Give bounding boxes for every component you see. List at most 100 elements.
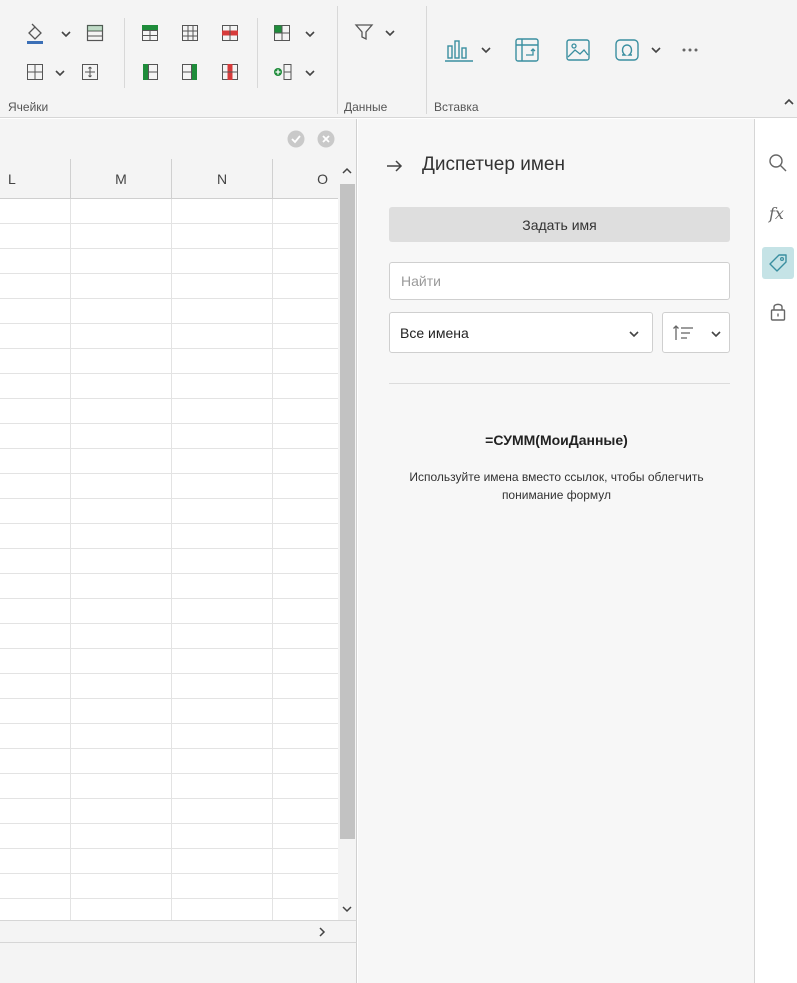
insert-image-button[interactable]: [563, 35, 593, 65]
insert-symbol-dropdown-chevron-icon[interactable]: [651, 46, 661, 54]
grid-row[interactable]: [0, 449, 338, 474]
close-panel-button[interactable]: [386, 159, 406, 175]
svg-text:fx: fx: [768, 204, 784, 223]
filter-button[interactable]: [352, 20, 376, 44]
grid-row[interactable]: [0, 849, 338, 874]
insert-column-right-button[interactable]: [179, 61, 201, 83]
pivot-table-button[interactable]: [512, 35, 542, 65]
insert-column-left-button[interactable]: [139, 61, 161, 83]
grid-row[interactable]: [0, 774, 338, 799]
fill-color-button[interactable]: [22, 20, 48, 46]
grid-row[interactable]: [0, 549, 338, 574]
check-circle-icon: [287, 130, 305, 148]
pivot-table-icon: [515, 38, 539, 62]
column-header-o[interactable]: O: [273, 159, 338, 199]
scroll-down-arrow-icon[interactable]: [342, 905, 352, 913]
grid-row[interactable]: [0, 224, 338, 249]
grid-row[interactable]: [0, 199, 338, 224]
delete-column-icon: [222, 64, 238, 80]
vertical-scrollbar[interactable]: [338, 159, 357, 920]
panel-divider: [389, 383, 730, 384]
grid-row[interactable]: [0, 524, 338, 549]
borders-icon: [27, 64, 43, 80]
scroll-up-arrow-icon[interactable]: [342, 167, 352, 175]
more-options-button[interactable]: [679, 40, 701, 60]
delete-column-button[interactable]: [219, 61, 241, 83]
insert-row-above-button[interactable]: [139, 22, 161, 44]
insert-cells-button[interactable]: [271, 61, 295, 83]
grid-row[interactable]: [0, 299, 338, 324]
omega-symbol-icon: [615, 39, 639, 61]
grid-row[interactable]: [0, 324, 338, 349]
insert-cells-dropdown-chevron-icon[interactable]: [305, 69, 315, 77]
grid-row[interactable]: [0, 749, 338, 774]
merge-cells-icon: [82, 64, 98, 80]
grid-row[interactable]: [0, 699, 338, 724]
grid-row[interactable]: [0, 399, 338, 424]
grid-row[interactable]: [0, 649, 338, 674]
grid-row[interactable]: [0, 674, 338, 699]
horizontal-scrollbar[interactable]: [0, 920, 357, 942]
rail-functions-button[interactable]: fx: [762, 198, 794, 230]
grid-row[interactable]: [0, 274, 338, 299]
insert-symbol-button[interactable]: [612, 35, 642, 65]
column-header-n[interactable]: N: [172, 159, 273, 199]
collapse-ribbon-chevron-up-icon[interactable]: [784, 98, 794, 106]
grid-row[interactable]: [0, 249, 338, 274]
grid-row[interactable]: [0, 349, 338, 374]
rail-names-button[interactable]: [762, 247, 794, 279]
borders-dropdown-chevron-icon[interactable]: [55, 69, 65, 77]
column-header-l[interactable]: L: [0, 159, 71, 199]
merge-cells-button[interactable]: [79, 61, 101, 83]
search-names-input[interactable]: [389, 262, 730, 300]
grid-row[interactable]: [0, 599, 338, 624]
names-filter-select[interactable]: Все имена: [389, 312, 653, 353]
borders-button[interactable]: [24, 61, 46, 83]
close-circle-icon: [317, 130, 335, 148]
define-name-label: Задать имя: [522, 216, 597, 233]
format-cells-button[interactable]: [271, 22, 293, 44]
sort-names-button[interactable]: [662, 312, 730, 353]
table-style-icon: [86, 24, 104, 42]
grid-row[interactable]: [0, 574, 338, 599]
grid-row[interactable]: [0, 724, 338, 749]
panel-title: Диспетчер имен: [422, 154, 565, 175]
grid-row[interactable]: [0, 824, 338, 849]
insert-table-button[interactable]: [179, 22, 201, 44]
format-cells-dropdown-chevron-icon[interactable]: [305, 30, 315, 38]
cell-grid[interactable]: [0, 199, 338, 920]
vertical-scroll-thumb[interactable]: [340, 184, 355, 839]
column-header-m[interactable]: M: [71, 159, 172, 199]
filter-funnel-icon: [354, 24, 374, 41]
column-headers: L M N O: [0, 159, 338, 199]
image-icon: [566, 39, 590, 61]
sort-dropdown-chevron-icon: [711, 331, 721, 338]
insert-chart-dropdown-chevron-icon[interactable]: [481, 46, 491, 54]
fill-color-dropdown-chevron-icon[interactable]: [61, 30, 71, 38]
rail-protection-button[interactable]: [762, 296, 794, 328]
grid-row[interactable]: [0, 474, 338, 499]
cancel-edit-button[interactable]: [317, 130, 335, 148]
filter-selected-value: Все имена: [400, 324, 469, 341]
grid-row[interactable]: [0, 799, 338, 824]
grid-row[interactable]: [0, 499, 338, 524]
delete-row-button[interactable]: [219, 22, 241, 44]
grid-row[interactable]: [0, 899, 338, 920]
format-table-icon: [274, 25, 290, 41]
search-icon: [769, 154, 787, 172]
insert-chart-button[interactable]: [443, 35, 475, 65]
rail-search-button[interactable]: [762, 147, 794, 179]
name-manager-panel: Диспетчер имен Задать имя Все имена =СУМ…: [358, 119, 755, 983]
filter-dropdown-chevron-icon[interactable]: [385, 29, 395, 37]
grid-row[interactable]: [0, 424, 338, 449]
arrow-right-icon: [387, 160, 403, 172]
scroll-right-arrow-icon[interactable]: [318, 927, 326, 937]
hint-description: Используйте имена вместо ссылок, чтобы о…: [409, 470, 704, 502]
grid-row[interactable]: [0, 874, 338, 899]
define-name-button[interactable]: Задать имя: [389, 207, 730, 242]
confirm-edit-button[interactable]: [287, 130, 305, 148]
cell-style-button[interactable]: [84, 22, 106, 44]
grid-row[interactable]: [0, 624, 338, 649]
more-dots-icon: [682, 48, 698, 52]
grid-row[interactable]: [0, 374, 338, 399]
